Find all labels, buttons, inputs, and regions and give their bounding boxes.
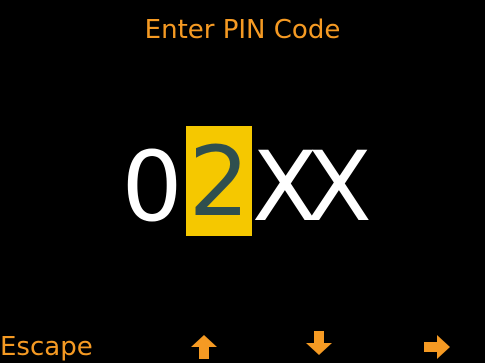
pin-code-display: 0 2 X X — [118, 126, 372, 243]
pin-digit-3: X — [252, 131, 318, 243]
pin-digit-1: 0 — [121, 131, 183, 243]
arrow-down-button[interactable] — [306, 331, 332, 355]
screen-title: Enter PIN Code — [144, 15, 341, 45]
escape-button[interactable]: Escape — [0, 331, 93, 363]
pin-digit-4: X — [306, 131, 372, 243]
softkey-bar: Escape — [0, 321, 485, 363]
arrow-down-icon — [306, 331, 332, 355]
arrow-up-button[interactable] — [191, 335, 217, 359]
arrow-up-icon — [191, 335, 217, 359]
pin-digit-2-active[interactable]: 2 — [186, 126, 252, 238]
arrow-right-button[interactable] — [424, 335, 450, 359]
arrow-right-icon — [424, 335, 450, 359]
pin-entry-screen: Enter PIN Code 0 2 X X Escape — [0, 0, 485, 363]
